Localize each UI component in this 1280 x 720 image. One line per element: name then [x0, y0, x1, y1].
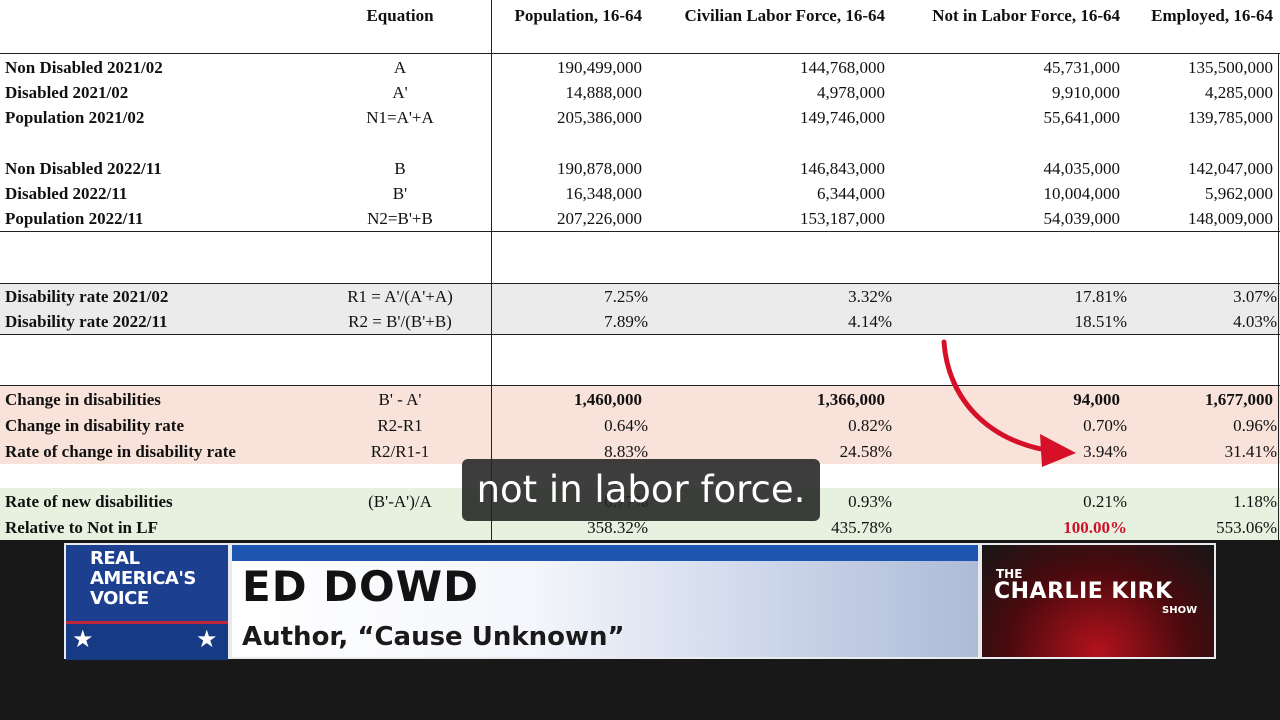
star-icon: ★ [196, 627, 218, 653]
show-logo: THE CHARLIE KIRK SHOW [982, 545, 1214, 657]
guest-name: ED DOWD [242, 562, 479, 611]
star-icon: ★ [72, 627, 94, 653]
flag-strip: ★ ★ [66, 621, 228, 660]
arrow-head [1040, 434, 1076, 467]
network-logo: REAL AMERICA'S VOICE ★ ★ [66, 545, 228, 660]
name-bar-accent [232, 545, 978, 561]
network-logo-text: REAL AMERICA'S VOICE [90, 548, 196, 609]
show-logo-name: CHARLIE KIRK [994, 579, 1173, 604]
guest-title: Author, “Cause Unknown” [242, 622, 625, 652]
subtitle-caption: not in labor force. [462, 459, 820, 521]
show-logo-suffix: SHOW [1162, 605, 1198, 616]
